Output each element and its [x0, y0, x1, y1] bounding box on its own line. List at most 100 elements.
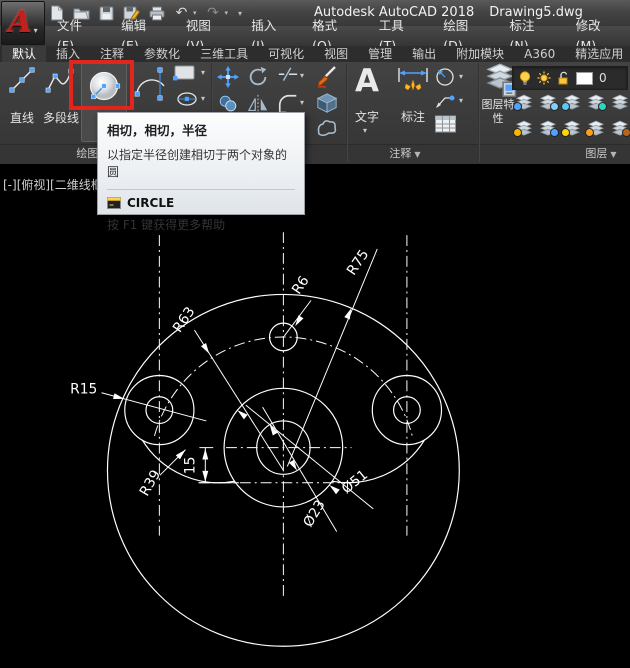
layer-freeze-icon[interactable] — [561, 94, 582, 111]
autocad-window: { "window": { "app_title": "Autodesk Aut… — [0, 0, 630, 668]
new-file-icon[interactable] — [48, 5, 65, 21]
dim-d23: Ø23 — [300, 497, 328, 530]
dim-r6: R6 — [289, 273, 313, 297]
leader-caret-icon[interactable]: ▾ — [459, 96, 463, 105]
ribbon-tab[interactable]: 视图 — [314, 46, 358, 62]
text-tool-icon[interactable]: A — [352, 62, 382, 100]
text-dropdown-caret-icon[interactable]: ▾ — [363, 126, 367, 135]
layers-panel-label[interactable]: 图层 ▼ — [570, 146, 630, 162]
section-shape-icon[interactable] — [315, 117, 339, 139]
layer-lock-icon[interactable] — [586, 94, 607, 111]
tooltip-footer: 按 F1 键获得更多帮助 — [107, 218, 226, 232]
quick-access-toolbar: ↶ ▾ ↷ ▾ ▾ — [48, 3, 242, 23]
cad-drawing[interactable]: R15 R63 R6 R75 R39 15 Ø51 Ø23 — [0, 164, 630, 668]
layer-unlock-all-icon[interactable] — [585, 120, 606, 137]
viewport-controls-label[interactable]: [-][俯视][二维线框] — [3, 176, 107, 193]
center-mark-caret-icon[interactable]: ▾ — [459, 72, 463, 81]
center-mark-icon[interactable] — [434, 66, 456, 88]
line-tool-icon[interactable] — [8, 66, 36, 94]
tooltip-command-name: CIRCLE — [127, 196, 175, 210]
leader-tool-icon[interactable] — [434, 92, 456, 110]
3d-box-icon[interactable] — [315, 92, 339, 114]
tooltip-divider — [107, 189, 295, 190]
layer-states-icon[interactable] — [610, 94, 630, 110]
dimension-tool-icon[interactable] — [396, 66, 430, 100]
rectangle-tool-icon[interactable] — [172, 63, 198, 83]
polyline-tool-label[interactable]: 多段线 — [38, 109, 84, 126]
ribbon-tab[interactable]: 输出 — [402, 46, 446, 62]
undo-dropdown-caret-icon[interactable]: ▾ — [193, 9, 197, 17]
ribbon-tab-bar: 默认 插入 注释 参数化 三维工具 可视化 视图 管理 输出 附加模块 A360 精选应用 — [0, 46, 630, 62]
annotation-panel-label[interactable]: 注释 ▼ — [375, 146, 435, 162]
tool-tooltip: 相切，相切，半径 以指定半径创建相切于两个对象的圆 CIRCLE 按 F1 键获… — [97, 112, 305, 232]
tooltip-title: 相切，相切，半径 — [107, 123, 208, 138]
panel-flyout-caret-icon: ▼ — [610, 150, 617, 159]
rotate-tool-icon[interactable] — [247, 66, 269, 88]
layer-unlock-icon — [558, 71, 568, 85]
redo-icon[interactable]: ↷ — [205, 5, 222, 21]
dim-offset-15: 15 — [182, 457, 198, 475]
ribbon-tab[interactable]: 插入 — [46, 46, 90, 62]
layers-panel-label-text: 图层 — [585, 147, 608, 160]
layer-off-icon[interactable] — [513, 120, 534, 137]
dim-r15: R15 — [70, 381, 97, 397]
menu-bar: 文件(F)编辑(E)视图(V)插入(I)格式(O)工具(T)绘图(D)标注(N)… — [0, 18, 630, 53]
polyline-tool-icon[interactable] — [45, 66, 75, 94]
fillet-dropdown-caret-icon[interactable]: ▾ — [300, 98, 304, 107]
rectangle-dropdown-caret-icon[interactable]: ▾ — [201, 68, 205, 77]
chevron-down-icon: ▾ — [33, 25, 38, 35]
open-folder-icon[interactable] — [73, 5, 90, 21]
ribbon-tab[interactable]: 可视化 — [258, 46, 314, 62]
ribbon-tab[interactable]: 参数化 — [134, 46, 190, 62]
ribbon-tab[interactable]: 默认 — [2, 46, 47, 62]
redo-dropdown-caret-icon[interactable]: ▾ — [225, 9, 229, 17]
undo-icon[interactable]: ↶ — [173, 5, 190, 21]
layer-set-current-icon[interactable] — [538, 94, 559, 111]
ribbon-tab[interactable]: A360 — [514, 46, 565, 62]
command-window-icon — [107, 197, 121, 209]
layer-thaw-sun-icon — [537, 71, 551, 85]
ellipse-dropdown-caret-icon[interactable]: ▾ — [201, 94, 205, 103]
ribbon-tab[interactable]: 精选应用 — [565, 46, 630, 62]
current-layer-name: 0 — [599, 71, 607, 85]
ribbon-tab[interactable]: 注释 — [90, 46, 134, 62]
ellipse-tool-icon[interactable] — [175, 90, 199, 108]
match-properties-icon[interactable] — [315, 64, 339, 88]
annotation-panel-label-text: 注释 — [389, 147, 412, 160]
layer-select-combo[interactable]: 0 — [512, 66, 628, 90]
dimension-tool-label[interactable]: 标注 — [388, 108, 438, 125]
autocad-logo-icon: A — [8, 5, 32, 40]
panel-flyout-caret-icon: ▼ — [414, 150, 421, 159]
layer-on-bulb-icon — [519, 70, 531, 84]
trim-dropdown-caret-icon[interactable]: ▾ — [300, 71, 304, 80]
ribbon-tab[interactable]: 三维工具 — [190, 46, 258, 62]
app-title: Autodesk AutoCAD 2018 — [314, 5, 475, 20]
text-tool-label[interactable]: 文字 — [342, 108, 392, 125]
dim-r39: R39 — [137, 467, 164, 499]
save-as-icon[interactable] — [123, 5, 140, 21]
layer-delete-icon[interactable] — [610, 120, 630, 137]
layer-thaw-all-icon[interactable] — [561, 120, 582, 137]
layer-match-icon[interactable] — [538, 120, 559, 137]
print-icon[interactable] — [148, 5, 165, 21]
tooltip-description: 以指定半径创建相切于两个对象的圆 — [107, 148, 288, 179]
arc-tool-icon[interactable] — [133, 64, 169, 102]
draw-panel-label-text: 绘图 — [76, 147, 99, 160]
dim-d51: Ø51 — [339, 467, 371, 497]
dim-r63: R63 — [170, 304, 198, 336]
table-tool-icon[interactable] — [434, 114, 457, 134]
dim-r75: R75 — [344, 247, 372, 279]
layer-isolate-icon[interactable] — [513, 94, 534, 111]
layer-color-swatch — [576, 71, 593, 85]
application-menu-button[interactable]: A ▾ — [1, 1, 45, 45]
trim-tool-icon[interactable] — [277, 66, 299, 88]
ribbon-tab[interactable]: 管理 — [358, 46, 402, 62]
ribbon-tab[interactable]: 附加模块 — [446, 46, 514, 62]
window-title: Autodesk AutoCAD 2018 Drawing5.dwg — [314, 5, 583, 20]
layer-properties-label[interactable]: 图层特性 — [478, 98, 518, 127]
save-icon[interactable] — [98, 5, 115, 21]
toolbar-options-caret-icon[interactable]: ▾ — [238, 9, 242, 18]
document-title: Drawing5.dwg — [489, 5, 583, 20]
circle-tool-icon — [89, 71, 120, 101]
move-tool-icon[interactable] — [217, 66, 239, 88]
